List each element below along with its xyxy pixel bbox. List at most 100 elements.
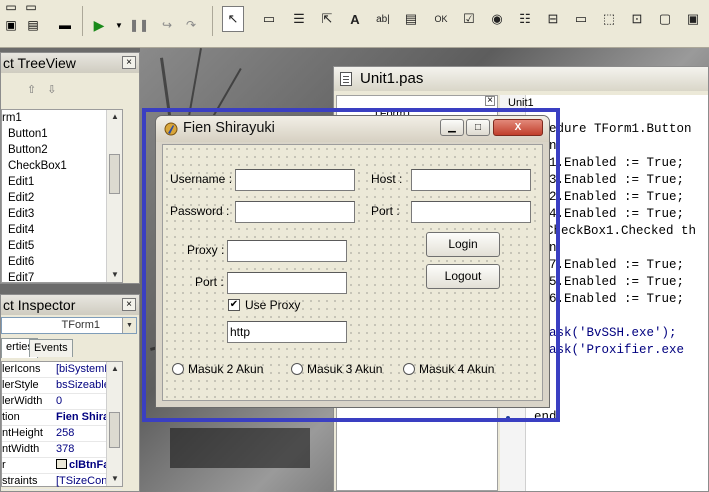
scroll-thumb[interactable]	[109, 412, 120, 448]
button-icon[interactable]: OK	[430, 6, 452, 32]
property-row[interactable]: ntWidth 378	[2, 442, 122, 458]
frame-icon[interactable]: ▭	[258, 6, 280, 32]
password-field[interactable]	[235, 201, 355, 223]
use-proxy-label: Use Proxy	[245, 298, 301, 312]
close-icon[interactable]: ×	[122, 298, 136, 311]
groupbox-icon[interactable]: ⬚	[598, 6, 620, 32]
scroll-up-icon[interactable]: ▲	[107, 362, 123, 376]
radiobutton-icon[interactable]: ◉	[486, 6, 508, 32]
property-value[interactable]: bsSizeable	[56, 378, 110, 393]
inspector-scrollbar[interactable]: ▲ ▼	[106, 362, 122, 486]
tree-item-edit7[interactable]: Edit7	[2, 270, 122, 286]
radiogroup-icon[interactable]: ⊡	[626, 6, 648, 32]
object-inspector-panel: ct Inspector × TForm1 ▼ erties Events le…	[0, 294, 140, 492]
radio-3-label: Masuk 3 Akun	[307, 362, 383, 376]
step-into-icon[interactable]: ↪	[158, 16, 176, 34]
checkbox-icon[interactable]: ☑	[458, 6, 480, 32]
property-row[interactable]: r clBtnFac	[2, 458, 122, 474]
selected-component: TForm1	[61, 319, 101, 331]
toggle-form-icon[interactable]: ▬	[56, 16, 74, 34]
edit-icon[interactable]: ab|	[372, 6, 394, 32]
radio-4-accounts[interactable]	[403, 363, 415, 375]
property-row[interactable]: lerIcons [biSystemMen	[2, 362, 122, 378]
radio-2-accounts[interactable]	[172, 363, 184, 375]
up-arrow-icon[interactable]: ⇧	[27, 84, 36, 96]
form-client-area[interactable]: Username : Password : Host : Port : Prox…	[162, 144, 543, 401]
treeview-nav: ⇧ ⇩	[3, 83, 57, 96]
host-field[interactable]	[411, 169, 531, 191]
port-field[interactable]	[411, 201, 531, 223]
run-icon[interactable]: ▶	[90, 16, 108, 34]
radio-4-label: Masuk 4 Akun	[419, 362, 495, 376]
tree-item-edit6[interactable]: Edit6	[2, 254, 122, 270]
editor-title: Unit1.pas	[360, 70, 424, 87]
property-value[interactable]: 258	[56, 426, 74, 441]
down-arrow-icon[interactable]: ⇩	[47, 84, 56, 96]
property-row[interactable]: straints [TSizeConstra	[2, 474, 122, 490]
combobox-icon[interactable]: ⊟	[542, 6, 564, 32]
component-selector[interactable]: TForm1 ▼	[1, 317, 137, 334]
scroll-thumb[interactable]	[109, 154, 120, 194]
tree-item-button2[interactable]: Button2	[2, 142, 122, 158]
maximize-button[interactable]: □	[466, 119, 490, 136]
property-name: lerWidth	[2, 395, 43, 407]
memo-icon[interactable]: ▤	[400, 6, 422, 32]
tree-item-edit1[interactable]: Edit1	[2, 174, 122, 190]
close-icon[interactable]: ×	[485, 96, 495, 106]
property-row[interactable]: tion Fien Shirayu	[2, 410, 122, 426]
property-name: r	[2, 459, 6, 471]
tree-item-form[interactable]: rm1	[2, 110, 122, 126]
tree-scrollbar[interactable]: ▲ ▼	[106, 110, 122, 282]
use-proxy-checkbox[interactable]: ✔	[228, 299, 240, 311]
proxy-port-label: Port :	[195, 275, 224, 289]
open-icon[interactable]: ▭	[22, 0, 40, 16]
save-icon[interactable]: ▣	[2, 16, 20, 34]
tree-item-edit2[interactable]: Edit2	[2, 190, 122, 206]
pointer-icon[interactable]: ↖	[222, 6, 244, 32]
editor-title-bar: Unit1.pas	[334, 67, 708, 91]
actionlist-icon[interactable]: ▣	[682, 6, 704, 32]
chevron-down-icon[interactable]: ▼	[122, 318, 136, 333]
popup-menu-icon[interactable]: ⇱	[316, 6, 338, 32]
form-title-bar[interactable]: Fien Shirayuki ▁ □ X	[156, 116, 549, 142]
property-value[interactable]: 0	[56, 394, 62, 409]
tree-item-edit3[interactable]: Edit3	[2, 206, 122, 222]
scroll-down-icon[interactable]: ▼	[107, 268, 123, 282]
property-value[interactable]: 378	[56, 442, 74, 457]
main-menu-icon[interactable]: ☰	[288, 6, 310, 32]
tree-item-edit4[interactable]: Edit4	[2, 222, 122, 238]
proxy-field[interactable]	[227, 240, 347, 262]
delphi-icon	[164, 122, 178, 136]
scroll-down-icon[interactable]: ▼	[107, 472, 123, 486]
listbox-icon[interactable]: ☷	[514, 6, 536, 32]
proxy-port-field[interactable]	[227, 272, 347, 294]
close-icon[interactable]: ×	[122, 56, 136, 69]
run-dropdown-icon[interactable]: ▼	[110, 16, 128, 34]
new-form-icon[interactable]: ▭	[2, 0, 20, 16]
property-row[interactable]: lerStyle bsSizeable	[2, 378, 122, 394]
tab-events[interactable]: Events	[29, 339, 73, 357]
scroll-up-icon[interactable]: ▲	[107, 110, 123, 124]
username-field[interactable]	[235, 169, 355, 191]
close-button[interactable]: X	[493, 119, 543, 136]
pause-icon[interactable]: ❚❚	[129, 16, 149, 34]
property-row[interactable]: ntHeight 258	[2, 426, 122, 442]
step-over-icon[interactable]: ↷	[182, 16, 200, 34]
tree-item-checkbox1[interactable]: CheckBox1	[2, 158, 122, 174]
login-button[interactable]: Login	[426, 232, 500, 257]
property-row[interactable]: lerWidth 0	[2, 394, 122, 410]
panel-icon[interactable]: ▢	[654, 6, 676, 32]
radio-3-accounts[interactable]	[291, 363, 303, 375]
ide-toolbar: ▭ ▭ ▣ ▤ ▬ ▶ ▼ ❚❚ ↪ ↷ ↖ ▭ ☰ ⇱ A ab| ▤ OK …	[0, 0, 709, 48]
component-tree: rm1 Button1 Button2 CheckBox1 Edit1 Edit…	[1, 109, 123, 286]
tree-item-button1[interactable]: Button1	[2, 126, 122, 142]
property-name: ntHeight	[2, 427, 43, 439]
minimize-button[interactable]: ▁	[440, 119, 464, 136]
proxy-type-field[interactable]: http	[227, 321, 347, 343]
new-unit-icon[interactable]: ▤	[24, 16, 42, 34]
tree-item-edit5[interactable]: Edit5	[2, 238, 122, 254]
scrollbar-icon[interactable]: ▭	[570, 6, 592, 32]
label-icon[interactable]: A	[344, 6, 366, 32]
logout-button[interactable]: Logout	[426, 264, 500, 289]
designer-form-window[interactable]: Fien Shirayuki ▁ □ X Username : Password…	[155, 115, 550, 408]
